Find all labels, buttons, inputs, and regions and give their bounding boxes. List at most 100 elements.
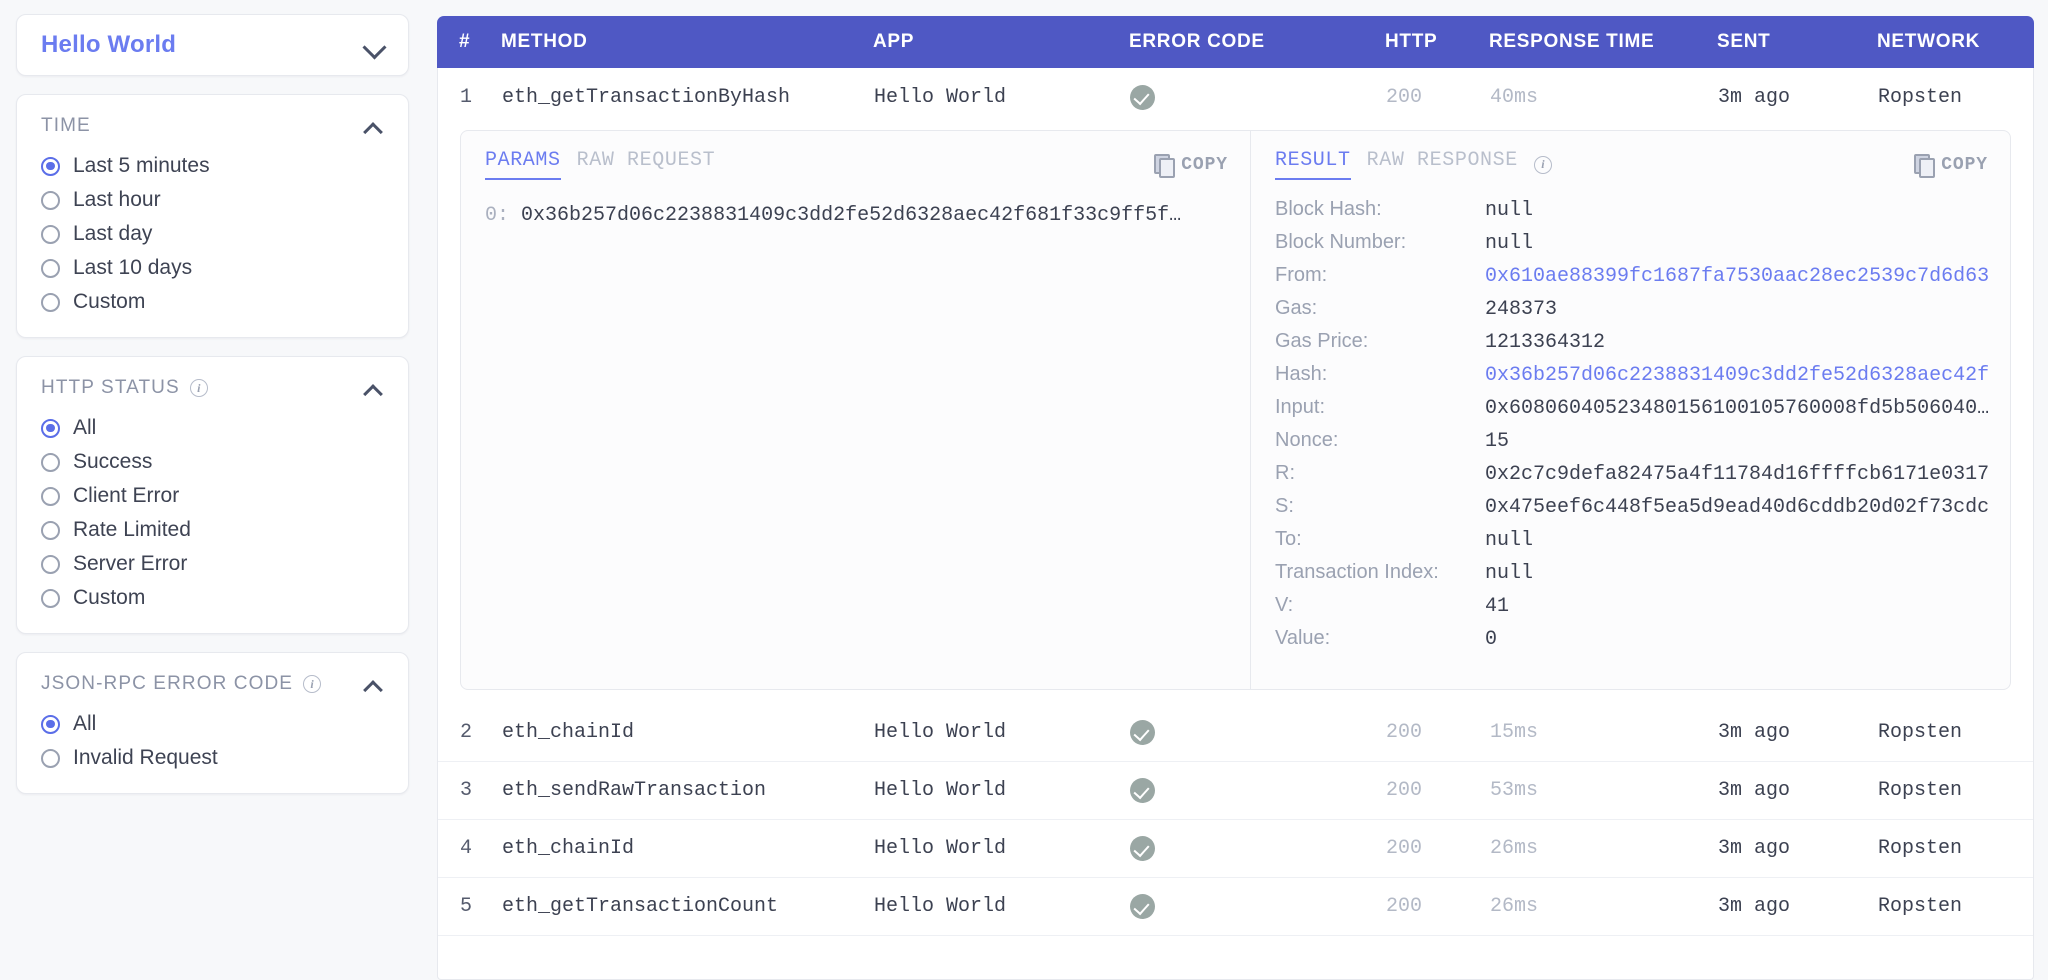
cell-app: Hello World [874, 721, 1007, 744]
info-icon[interactable]: i [1533, 155, 1552, 174]
radio-option-invalid-request[interactable]: Invalid Request [17, 741, 408, 775]
radio-icon[interactable] [41, 292, 60, 312]
cell-method: eth_getTransactionByHash [502, 85, 791, 109]
radio-icon[interactable] [41, 224, 60, 244]
result-field-key: Block Hash: [1275, 198, 1382, 220]
radio-icon[interactable] [41, 156, 60, 176]
radio-icon[interactable] [41, 418, 60, 438]
radio-option-server-error[interactable]: Server Error [17, 547, 408, 581]
result-field: Block Number: null [1275, 231, 1988, 264]
column-header-method[interactable]: METHOD [501, 31, 873, 53]
result-field-value: 0x2c7c9defa82475a4f11784d16ffffcb6171e03… [1485, 463, 1988, 486]
cell-app: Hello World [874, 779, 1007, 802]
radio-option-last-5-minutes[interactable]: Last 5 minutes [17, 149, 408, 183]
cell-sent: 3m ago [1718, 895, 1791, 918]
result-field-value: null [1485, 529, 1534, 552]
cell-network: Ropsten [1878, 85, 1963, 109]
tab-result[interactable]: RESULT [1275, 149, 1351, 180]
radio-icon[interactable] [41, 554, 60, 574]
result-field-key: Input: [1275, 396, 1326, 418]
app-selector[interactable]: Hello World [16, 14, 409, 76]
cell-http: 200 [1386, 721, 1423, 744]
table-row[interactable]: 1 eth_getTransactionByHash Hello World 2… [438, 68, 2033, 126]
column-header-number[interactable]: # [437, 31, 501, 53]
radio-icon[interactable] [41, 258, 60, 278]
radio-icon[interactable] [41, 588, 60, 608]
chevron-up-icon[interactable] [364, 675, 386, 693]
result-field-key: To: [1275, 528, 1302, 550]
filter-section-jsonrpc-title: JSON-RPC ERROR CODE [41, 673, 294, 694]
cell-number: 5 [460, 895, 473, 918]
result-field-key: From: [1275, 264, 1328, 286]
copy-request-button[interactable]: COPY [1154, 153, 1228, 178]
chevron-up-icon[interactable] [364, 117, 386, 135]
radio-option-http-all[interactable]: All [17, 411, 408, 445]
filter-section-jsonrpc-header[interactable]: JSON-RPC ERROR CODE i [17, 653, 408, 701]
cell-method: eth_chainId [502, 837, 635, 860]
result-fields: Block Hash: null Block Number: null From: 0… [1251, 190, 2010, 660]
radio-icon[interactable] [41, 486, 60, 506]
column-header-response-time[interactable]: RESPONSE TIME [1489, 31, 1717, 53]
radio-option-label: Last 10 days [73, 256, 193, 279]
radio-option-success[interactable]: Success [17, 445, 408, 479]
table-row[interactable]: 4 eth_chainId Hello World 200 26ms 3m ag… [438, 820, 2033, 878]
filter-section-http-status-header[interactable]: HTTP STATUS i [17, 357, 408, 405]
filter-section-time-header[interactable]: TIME [17, 95, 408, 143]
radio-icon[interactable] [41, 520, 60, 540]
radio-option-last-hour[interactable]: Last hour [17, 183, 408, 217]
result-field: V: 41 [1275, 594, 1988, 627]
radio-option-rate-limited[interactable]: Rate Limited [17, 513, 408, 547]
result-field-key: Value: [1275, 627, 1331, 649]
success-check-icon [1130, 778, 1155, 803]
radio-icon[interactable] [41, 190, 60, 210]
table-row[interactable]: 3 eth_sendRawTransaction Hello World 200… [438, 762, 2033, 820]
radio-option-custom-http[interactable]: Custom [17, 581, 408, 615]
column-header-http[interactable]: HTTP [1385, 31, 1489, 53]
tab-raw-response[interactable]: RAW RESPONSE [1367, 149, 1518, 178]
tab-params[interactable]: PARAMS [485, 149, 561, 180]
result-field-value-link[interactable]: 0x36b257d06c2238831409c3dd2fe52d6328aec4… [1485, 364, 1988, 387]
filter-section-time-options: Last 5 minutes Last hour Last day Last 1… [17, 143, 408, 337]
cell-http: 200 [1386, 85, 1423, 109]
result-field-key: Nonce: [1275, 429, 1339, 451]
result-field-value-link[interactable]: 0x610ae88399fc1687fa7530aac28ec2539c7d6d… [1485, 265, 1988, 288]
radio-icon[interactable] [41, 452, 60, 472]
radio-icon[interactable] [41, 748, 60, 768]
info-icon[interactable]: i [189, 379, 208, 397]
radio-option-label: Client Error [73, 484, 180, 507]
radio-option-label: Last 5 minutes [73, 154, 210, 177]
success-check-icon [1130, 894, 1155, 919]
cell-method: eth_sendRawTransaction [502, 779, 767, 802]
column-header-app[interactable]: APP [873, 31, 1129, 53]
column-header-network[interactable]: NETWORK [1877, 31, 2048, 53]
cell-response-time: 15ms [1490, 721, 1539, 744]
result-field-value: 41 [1485, 595, 1510, 618]
radio-icon[interactable] [41, 714, 60, 734]
cell-response-time: 26ms [1490, 837, 1539, 860]
result-field-value: 0x60806040523480156100105760008fd5b50604… [1485, 397, 1988, 420]
copy-response-button[interactable]: COPY [1914, 153, 1988, 178]
radio-option-last-day[interactable]: Last day [17, 217, 408, 251]
filter-section-http-status-title: HTTP STATUS [41, 377, 180, 398]
success-check-icon [1130, 720, 1155, 745]
table-row[interactable]: 2 eth_chainId Hello World 200 15ms 3m ag… [438, 704, 2033, 762]
radio-option-custom-time[interactable]: Custom [17, 285, 408, 319]
chevron-up-icon[interactable] [364, 379, 386, 397]
tab-raw-request[interactable]: RAW REQUEST [577, 149, 716, 178]
radio-option-label: Custom [73, 290, 146, 313]
info-icon[interactable]: i [303, 675, 322, 693]
cell-app: Hello World [874, 85, 1007, 109]
chevron-down-icon[interactable] [364, 34, 386, 56]
column-header-error-code[interactable]: ERROR CODE [1129, 31, 1385, 53]
result-field-value: 248373 [1485, 298, 1558, 321]
table-row[interactable]: 5 eth_getTransactionCount Hello World 20… [438, 878, 2033, 936]
column-header-sent[interactable]: SENT [1717, 31, 1877, 53]
radio-option-last-10-days[interactable]: Last 10 days [17, 251, 408, 285]
table-header-row: # METHOD APP ERROR CODE HTTP RESPONSE TI… [437, 16, 2034, 68]
cell-app: Hello World [874, 895, 1007, 918]
cell-response-time: 53ms [1490, 779, 1539, 802]
radio-option-client-error[interactable]: Client Error [17, 479, 408, 513]
cell-http: 200 [1386, 779, 1423, 802]
radio-option-jsonrpc-all[interactable]: All [17, 707, 408, 741]
cell-number: 1 [460, 85, 473, 109]
